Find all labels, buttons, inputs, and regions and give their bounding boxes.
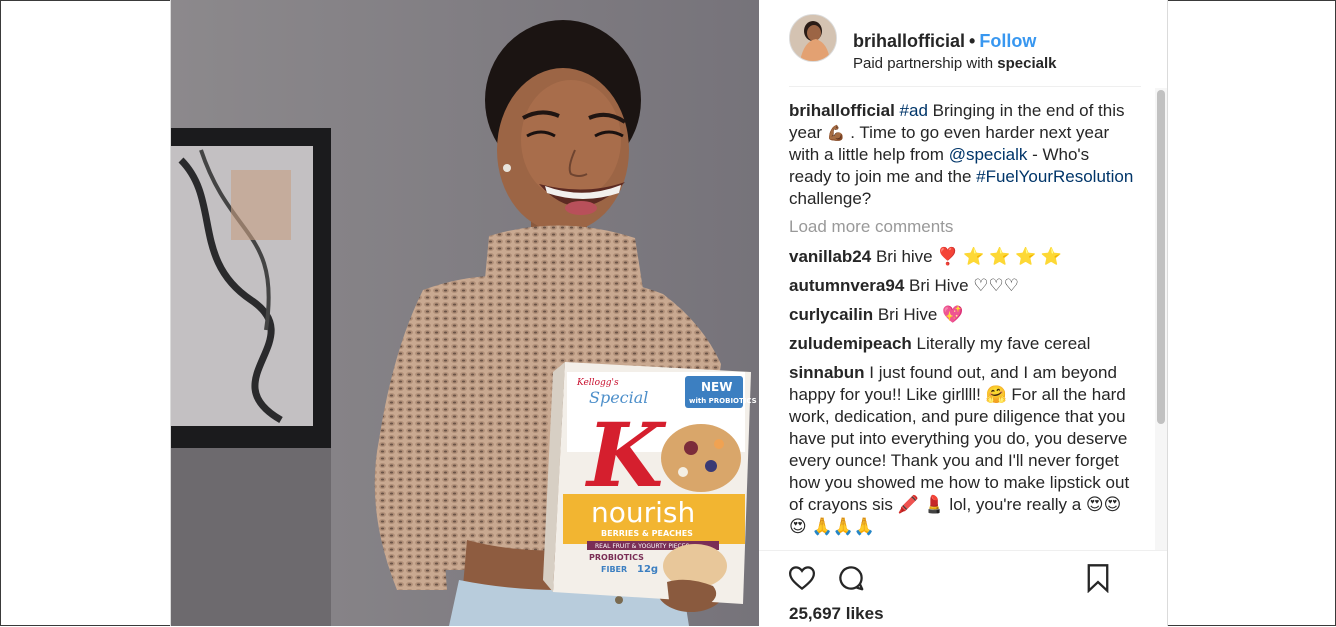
mention-specialk[interactable]: @specialk bbox=[949, 145, 1028, 164]
post-side-panel: brihallofficial • Follow Paid partnership … bbox=[759, 0, 1167, 626]
partnership-label: Paid partnership with specialk bbox=[853, 55, 1056, 72]
heart-icon[interactable] bbox=[787, 563, 817, 598]
box-badge: NEW bbox=[701, 380, 732, 394]
box-badge-sub: with PROBIOTICS bbox=[689, 397, 757, 405]
box-letter: K bbox=[584, 403, 667, 507]
caption-emoji: 💪🏾 bbox=[826, 124, 846, 142]
separator-dot: • bbox=[969, 31, 976, 51]
caption: brihallofficial #ad Bringing in the end … bbox=[789, 100, 1134, 210]
comment-text: Bri Hive 💖 bbox=[877, 305, 964, 324]
box-probiotics: PROBIOTICS bbox=[589, 553, 644, 562]
load-more-comments-button[interactable]: Load more comments bbox=[789, 216, 1134, 238]
avatar[interactable] bbox=[789, 14, 837, 62]
comment-text: I just found out, and I am beyond happy … bbox=[789, 363, 1130, 536]
post-photo[interactable]: Kellogg's Special NEW with PROBIOTICS K … bbox=[171, 0, 759, 626]
caption-text: challenge? bbox=[789, 189, 872, 208]
comment-username[interactable]: sinnabun bbox=[789, 363, 865, 382]
comment: curlycailin Bri Hive 💖 bbox=[789, 304, 1134, 326]
comment-text: Bri hive ❣️ ⭐ ⭐ ⭐ ⭐ bbox=[875, 247, 1063, 266]
partnership-prefix: Paid partnership with bbox=[853, 55, 998, 72]
box-product: nourish bbox=[591, 496, 695, 529]
comments-list[interactable]: brihallofficial #ad Bringing in the end … bbox=[789, 100, 1134, 550]
comment-username[interactable]: autumnvera94 bbox=[789, 276, 904, 295]
box-fiber: FIBER bbox=[601, 565, 627, 574]
bookmark-icon[interactable] bbox=[1084, 563, 1112, 598]
username-link[interactable]: brihallofficial bbox=[853, 31, 965, 51]
likes-count[interactable]: 25,697 likes bbox=[789, 604, 884, 624]
comment: sinnabun I just found out, and I am beyo… bbox=[789, 362, 1134, 538]
follow-button[interactable]: Follow bbox=[979, 31, 1036, 51]
post-header: brihallofficial • Follow Paid partnership … bbox=[789, 14, 1149, 72]
comment: zuludemipeach Literally my fave cereal bbox=[789, 333, 1134, 355]
post-username-row: brihallofficial • Follow bbox=[853, 31, 1036, 52]
partner-link[interactable]: specialk bbox=[997, 55, 1056, 72]
caption-username[interactable]: brihallofficial bbox=[789, 101, 895, 120]
instagram-post: Kellogg's Special NEW with PROBIOTICS K … bbox=[170, 0, 1168, 626]
box-flavor: BERRIES & PEACHES bbox=[601, 529, 693, 538]
comment-username[interactable]: curlycailin bbox=[789, 305, 873, 324]
comment-icon[interactable] bbox=[836, 563, 866, 598]
comment-text: Bri Hive ♡♡♡ bbox=[909, 276, 1019, 295]
header-divider bbox=[789, 86, 1141, 87]
comment-username[interactable]: vanillab24 bbox=[789, 247, 871, 266]
comment: autumnvera94 Bri Hive ♡♡♡ bbox=[789, 275, 1134, 297]
box-brand: Kellogg's bbox=[576, 378, 619, 388]
cereal-box: Kellogg's Special NEW with PROBIOTICS K … bbox=[543, 362, 757, 604]
comments-scrollbar[interactable] bbox=[1155, 88, 1167, 550]
hashtag-fuelyourresolution[interactable]: #FuelYourResolution bbox=[976, 167, 1133, 186]
box-grams: 12g bbox=[637, 564, 658, 575]
comment: vanillab24 Bri hive ❣️ ⭐ ⭐ ⭐ ⭐ bbox=[789, 246, 1134, 268]
hashtag-ad[interactable]: #ad bbox=[900, 101, 928, 120]
comment-text: Literally my fave cereal bbox=[916, 334, 1091, 353]
scrollbar-thumb[interactable] bbox=[1157, 90, 1165, 424]
comment-username[interactable]: zuludemipeach bbox=[789, 334, 912, 353]
